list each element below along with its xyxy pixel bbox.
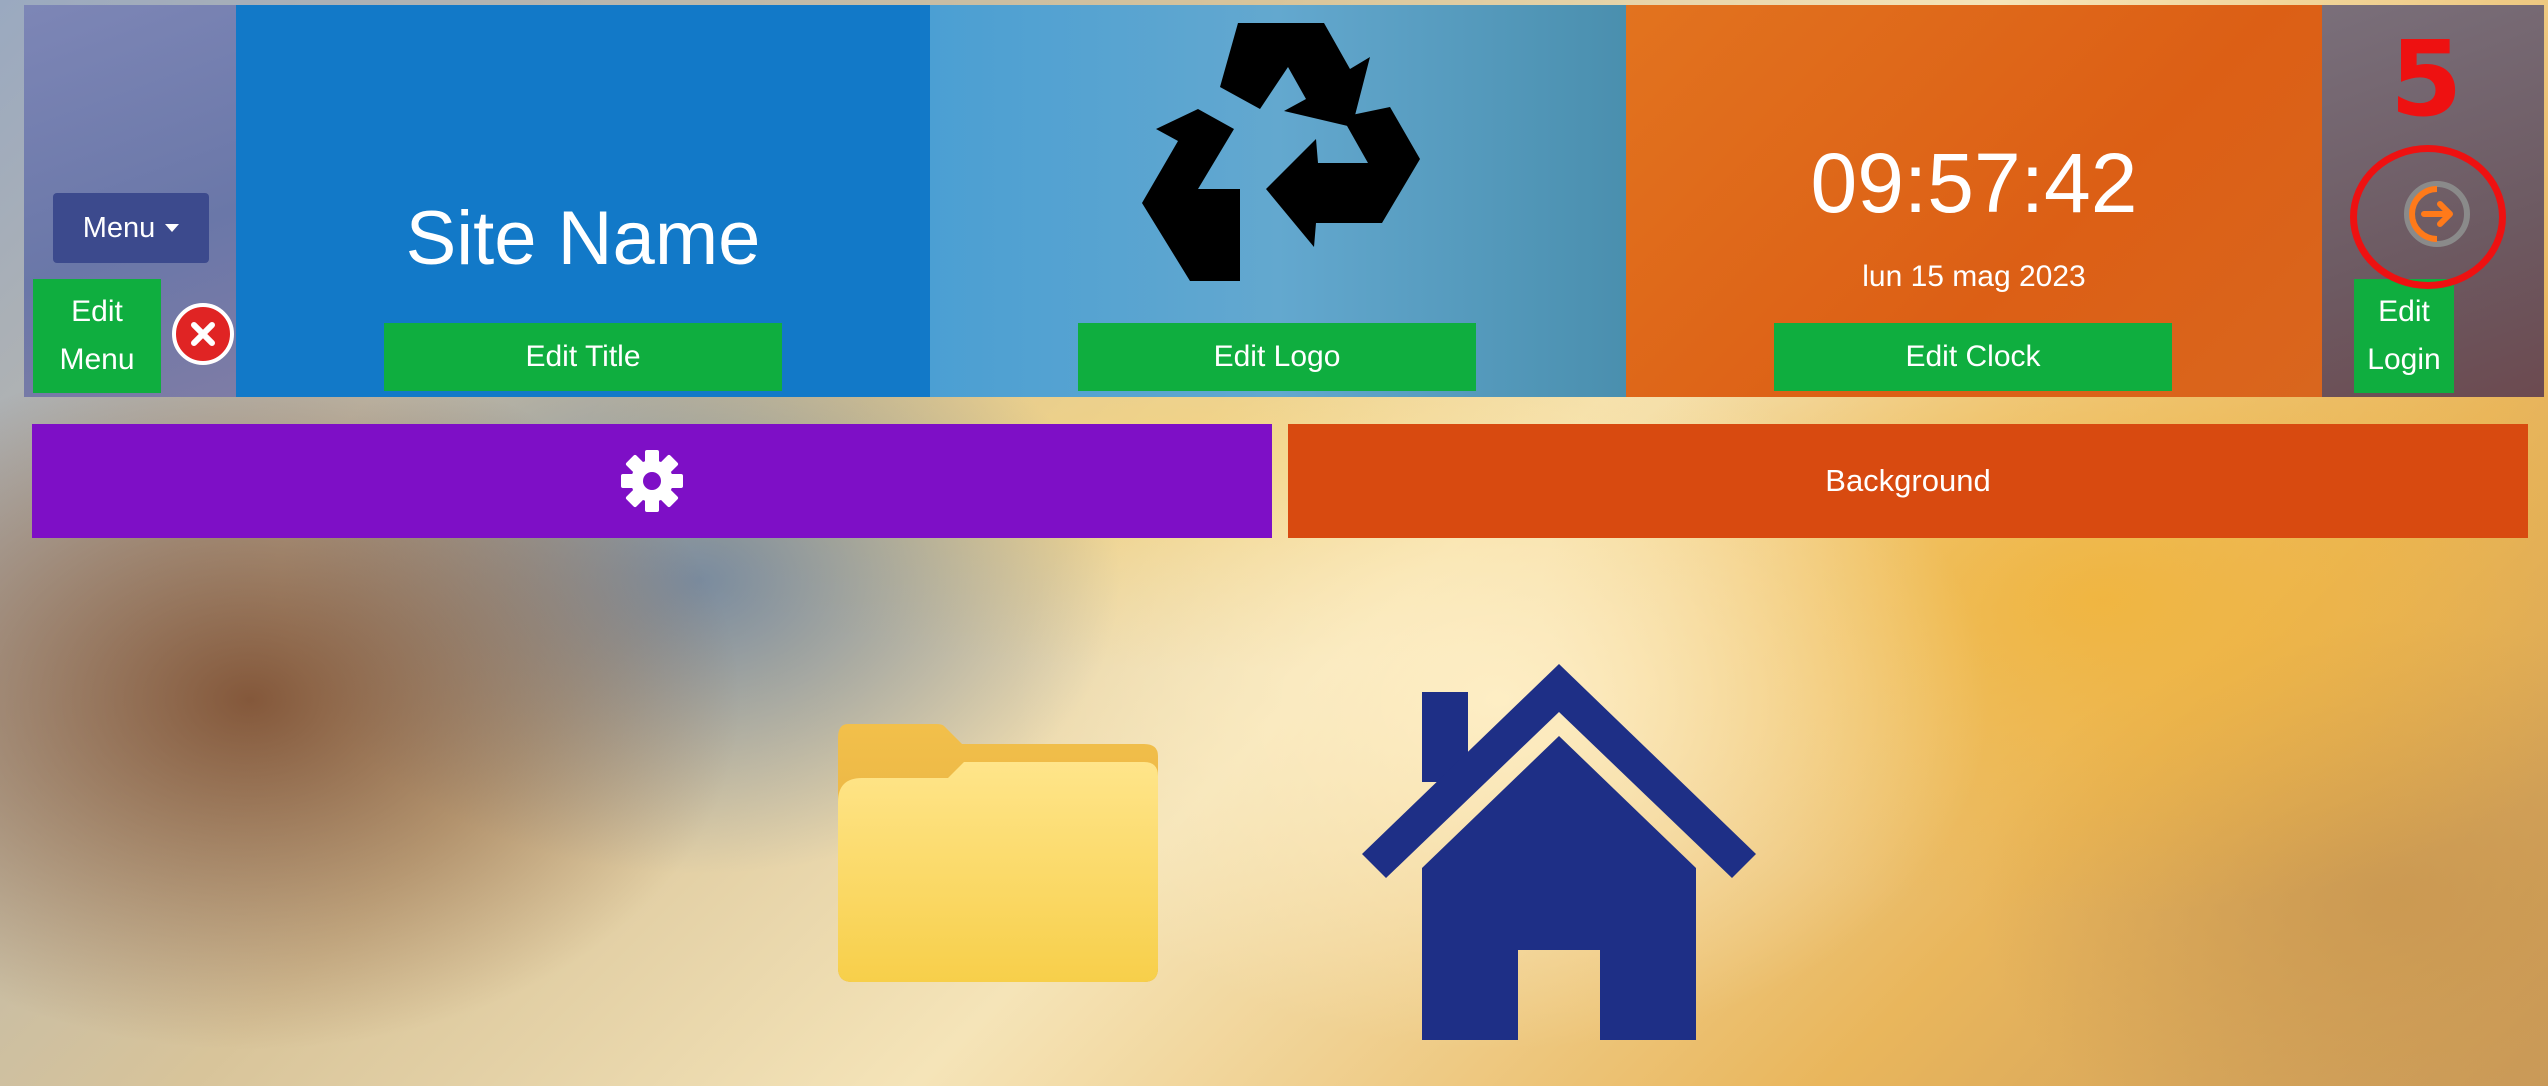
clock-panel: 09:57:42 lun 15 mag 2023 Edit Clock	[1626, 5, 2322, 397]
header-bar: Menu Edit Menu Site Name Edit Title Edit…	[24, 5, 2544, 397]
home-icon[interactable]	[1362, 664, 1756, 1044]
recycle-icon	[1142, 23, 1420, 281]
menu-panel: Menu Edit Menu	[24, 5, 236, 397]
caret-down-icon	[165, 224, 180, 232]
folder-icon[interactable]	[838, 718, 1158, 984]
annotation-circle	[2350, 145, 2506, 289]
settings-bar[interactable]	[32, 424, 1272, 538]
gear-icon	[621, 450, 683, 512]
edit-login-label-line2: Login	[2367, 343, 2441, 376]
menu-dropdown-button[interactable]: Menu	[53, 193, 209, 263]
title-panel: Site Name Edit Title	[236, 5, 930, 397]
edit-login-button[interactable]: Edit Login	[2354, 279, 2454, 393]
edit-menu-label-line2: Menu	[59, 343, 135, 376]
edit-menu-button[interactable]: Edit Menu	[33, 279, 161, 393]
edit-login-label-line1: Edit	[2378, 295, 2430, 328]
site-name: Site Name	[405, 196, 761, 281]
menu-dropdown-label: Menu	[82, 211, 156, 244]
edit-logo-button[interactable]: Edit Logo	[1078, 323, 1476, 391]
close-icon[interactable]	[172, 303, 234, 365]
background-button[interactable]: Background	[1288, 424, 2528, 538]
clock-date: lun 15 mag 2023	[1862, 260, 2086, 293]
annotation-number: 5	[2390, 18, 2463, 140]
clock-time: 09:57:42	[1810, 136, 2138, 230]
logo-panel: Edit Logo	[930, 5, 1626, 397]
edit-menu-label-line1: Edit	[71, 295, 123, 328]
edit-title-button[interactable]: Edit Title	[384, 323, 782, 391]
edit-clock-button[interactable]: Edit Clock	[1774, 323, 2172, 391]
